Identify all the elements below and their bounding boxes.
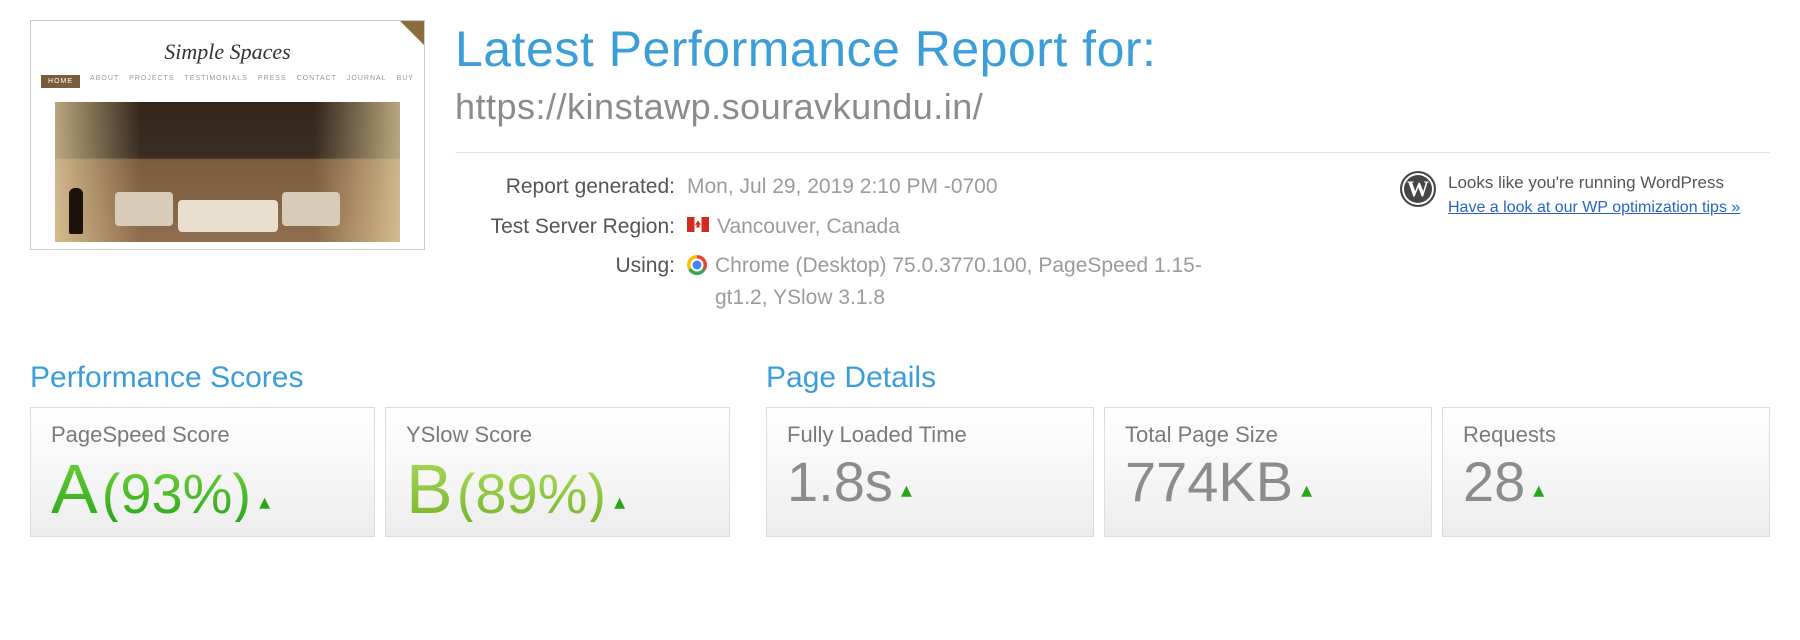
grade-percent: (93%) [102,466,251,522]
server-region: Vancouver, Canada [717,211,900,243]
card-value: 1.8s ▴ [787,454,1073,510]
trend-up-icon: ▴ [1533,477,1544,503]
grade-letter: B [406,454,453,524]
detail-cards: Fully Loaded Time 1.8s ▴ Total Page Size… [766,407,1770,537]
requests-card[interactable]: Requests 28 ▴ [1442,407,1770,537]
meta-label: Test Server Region: [455,211,675,243]
load-time-card[interactable]: Fully Loaded Time 1.8s ▴ [766,407,1094,537]
thumb-nav-item: ABOUT [90,75,119,88]
meta-value: Vancouver, Canada [675,211,900,243]
load-time-value: 1.8s [787,454,893,510]
site-thumbnail[interactable]: Simple Spaces HOME ABOUT PROJECTS TESTIM… [30,20,425,250]
wp-detected-text: Looks like you're running WordPress [1448,171,1740,195]
canada-flag-icon [687,217,709,232]
meta-value: Mon, Jul 29, 2019 2:10 PM -0700 [675,171,998,203]
card-value: 774KB ▴ [1125,454,1411,510]
card-label: YSlow Score [406,422,709,448]
wordpress-tip-box: W Looks like you're running WordPress Ha… [1400,171,1770,219]
trend-up-icon: ▴ [1301,477,1312,503]
card-label: PageSpeed Score [51,422,354,448]
generated-time: Mon, Jul 29, 2019 2:10 PM -0700 [687,171,998,203]
meta-section: Report generated: Mon, Jul 29, 2019 2:10… [455,171,1770,321]
card-label: Total Page Size [1125,422,1411,448]
thumb-hero-image [55,102,400,242]
summary-row: Performance Scores PageSpeed Score A (93… [30,361,1770,537]
card-label: Requests [1463,422,1749,448]
meta-label: Report generated: [455,171,675,203]
thumb-nav: HOME ABOUT PROJECTS TESTIMONIALS PRESS C… [55,75,400,88]
grade-letter: A [51,454,98,524]
section-title: Performance Scores [30,361,730,395]
browser-info: Chrome (Desktop) 75.0.3770.100, PageSpee… [715,250,1235,313]
yslow-card[interactable]: YSlow Score B (89%) ▴ [385,407,730,537]
trend-up-icon: ▴ [901,477,912,503]
thumb-nav-item: CONTACT [297,75,337,88]
thumb-decor [69,188,83,234]
thumb-nav-item: PROJECTS [129,75,174,88]
page-size-value: 774KB [1125,454,1293,510]
requests-value: 28 [1463,454,1525,510]
wp-tips-link[interactable]: Have a look at our WP optimization tips … [1448,199,1740,216]
score-cards: PageSpeed Score A (93%) ▴ YSlow Score B … [30,407,730,537]
wordpress-icon: W [1400,171,1436,207]
meta-row-using: Using: Chrome (Desktop) 75.0.3770.100, P… [455,250,1370,313]
thumb-nav-item: TESTIMONIALS [185,75,248,88]
page-size-card[interactable]: Total Page Size 774KB ▴ [1104,407,1432,537]
thumb-nav-item: PRESS [258,75,287,88]
thumb-nav-item: BUY [397,75,414,88]
thumb-decor [178,200,278,232]
trend-up-icon: ▴ [259,489,270,515]
thumb-corner-fold [400,21,424,45]
wordpress-tip-text: Looks like you're running WordPress Have… [1448,171,1740,219]
tested-url[interactable]: https://kinstawp.souravkundu.in/ [455,86,1770,153]
page-details-section: Page Details Fully Loaded Time 1.8s ▴ To… [766,361,1770,537]
grade-percent: (89%) [457,466,606,522]
pagespeed-card[interactable]: PageSpeed Score A (93%) ▴ [30,407,375,537]
card-label: Fully Loaded Time [787,422,1073,448]
meta-row-generated: Report generated: Mon, Jul 29, 2019 2:10… [455,171,1370,203]
thumb-site-name: Simple Spaces [55,39,400,65]
meta-label: Using: [455,250,675,313]
header-main: Latest Performance Report for: https://k… [455,20,1770,321]
report-header: Simple Spaces HOME ABOUT PROJECTS TESTIM… [30,20,1770,321]
thumb-nav-item: JOURNAL [347,75,387,88]
meta-table: Report generated: Mon, Jul 29, 2019 2:10… [455,171,1370,321]
section-title: Page Details [766,361,1770,395]
card-value: A (93%) ▴ [51,454,354,524]
trend-up-icon: ▴ [614,489,625,515]
report-title: Latest Performance Report for: [455,20,1770,78]
meta-value: Chrome (Desktop) 75.0.3770.100, PageSpee… [675,250,1235,313]
thumb-content: Simple Spaces HOME ABOUT PROJECTS TESTIM… [31,21,424,94]
performance-scores-section: Performance Scores PageSpeed Score A (93… [30,361,730,537]
card-value: B (89%) ▴ [406,454,709,524]
chrome-icon [687,255,707,275]
card-value: 28 ▴ [1463,454,1749,510]
meta-row-region: Test Server Region: Vancouver, Canada [455,211,1370,243]
thumb-nav-item: HOME [41,75,80,88]
